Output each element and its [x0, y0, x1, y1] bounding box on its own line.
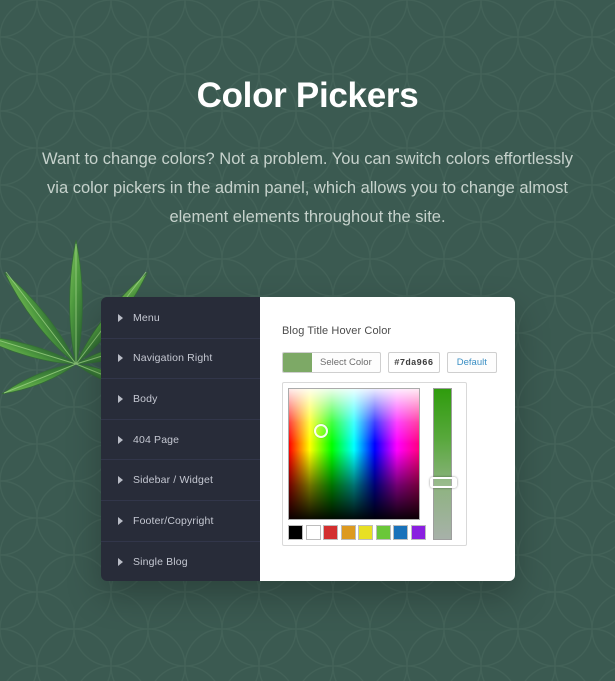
current-color-swatch	[283, 353, 312, 372]
sidebar-item-sidebar-widget[interactable]: Sidebar / Widget	[101, 460, 260, 501]
preset-swatch-black[interactable]	[288, 525, 303, 540]
caret-right-icon	[118, 354, 123, 363]
hex-value-input[interactable]	[387, 352, 440, 373]
caret-right-icon	[118, 557, 123, 566]
caret-right-icon	[118, 476, 123, 485]
picker-left-column	[288, 388, 426, 540]
sidebar-item-404-page[interactable]: 404 Page	[101, 420, 260, 461]
preset-swatch-yellow[interactable]	[358, 525, 373, 540]
preset-swatch-red[interactable]	[323, 525, 338, 540]
select-color-label: Select Color	[320, 357, 372, 368]
sidebar-item-menu[interactable]: Menu	[101, 298, 260, 339]
preset-swatch-purple[interactable]	[410, 525, 426, 540]
caret-right-icon	[118, 313, 123, 322]
preset-swatch-row	[288, 525, 426, 540]
default-button[interactable]: Default	[446, 352, 497, 373]
caret-right-icon	[118, 394, 123, 403]
sidebar-item-footer-copyright[interactable]: Footer/Copyright	[101, 501, 260, 542]
sidebar-item-label: Menu	[133, 311, 160, 324]
sidebar-item-label: Single Blog	[133, 555, 188, 568]
color-picker-popup	[282, 382, 467, 546]
saturation-value-square[interactable]	[288, 388, 420, 520]
hue-slider-handle[interactable]	[429, 477, 457, 488]
sidebar-item-label: Navigation Right	[133, 352, 213, 365]
select-color-button[interactable]: Select Color	[282, 352, 381, 373]
field-label: Blog Title Hover Color	[282, 325, 392, 337]
admin-sidebar: Menu Navigation Right Body 404 Page Side…	[101, 297, 260, 581]
sidebar-item-label: Body	[133, 392, 158, 405]
admin-content: Blog Title Hover Color Select Color Defa…	[260, 297, 515, 581]
preset-swatch-green[interactable]	[375, 525, 391, 540]
hue-slider-wrapper	[429, 388, 457, 540]
preset-swatch-white[interactable]	[305, 525, 321, 540]
sidebar-item-body[interactable]: Body	[101, 379, 260, 420]
admin-panel: Menu Navigation Right Body 404 Page Side…	[101, 297, 515, 581]
color-control-row: Select Color Default	[282, 352, 515, 373]
sidebar-item-single-blog[interactable]: Single Blog	[101, 542, 260, 583]
sidebar-item-label: 404 Page	[133, 433, 180, 446]
hue-slider[interactable]	[432, 388, 452, 540]
sidebar-item-navigation-right[interactable]: Navigation Right	[101, 339, 260, 380]
sidebar-item-label: Sidebar / Widget	[133, 474, 214, 487]
page-title: Color Pickers	[196, 76, 419, 115]
page-subtitle: Want to change colors? Not a problem. Yo…	[41, 149, 574, 226]
hero-section: Color Pickers Want to change colors? Not…	[0, 0, 615, 232]
preset-swatch-orange[interactable]	[340, 525, 356, 540]
picker-cursor-icon[interactable]	[314, 424, 328, 438]
caret-right-icon	[118, 516, 123, 525]
sidebar-item-label: Footer/Copyright	[133, 514, 214, 527]
preset-swatch-blue[interactable]	[393, 525, 408, 540]
caret-right-icon	[118, 435, 123, 444]
